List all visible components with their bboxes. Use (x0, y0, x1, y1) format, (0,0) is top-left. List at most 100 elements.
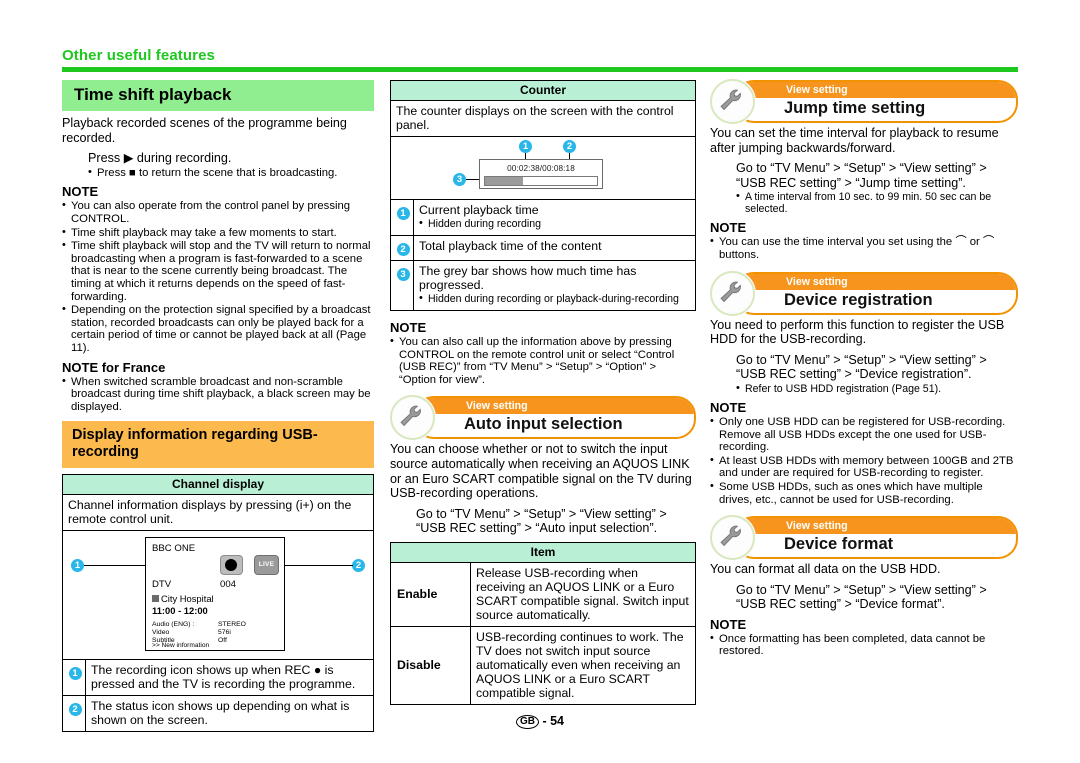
banner-label: View setting (466, 400, 528, 413)
running-head-rule (62, 67, 1018, 72)
time-shift-step-bullets: Press ■ to return the scene that is broa… (88, 166, 374, 180)
row-text-3: The grey bar shows how much time has pro… (419, 264, 637, 292)
table-header-row: Counter (390, 80, 696, 101)
tv-screen-mock: BBC ONE LIVE DTV 004 City Hospital 11:00… (145, 537, 285, 652)
banner-title: Device format (784, 535, 894, 554)
auto-input-body: You can choose whether or not to switch … (390, 442, 692, 501)
note-heading: NOTE (390, 320, 427, 335)
page-footer: GB - 54 (0, 714, 1080, 729)
banner-body: View setting Device format (734, 516, 1018, 560)
banner-title: Auto input selection (464, 415, 623, 434)
column-middle: Counter The counter displays on the scre… (390, 80, 696, 705)
row-callout-2: 2 (390, 235, 414, 261)
item-text-disable: USB-recording continues to work. The TV … (470, 625, 696, 705)
format-notes: Once formatting has been completed, data… (710, 632, 1018, 658)
row-text-2: Total playback time of the content (413, 235, 696, 261)
banner-label: View setting (786, 84, 848, 96)
registration-body: You need to perform this function to reg… (710, 317, 1005, 347)
tv-programme-time: 11:00 - 12:00 (152, 605, 208, 617)
list-item: At least USB HDDs with memory between 10… (710, 454, 1018, 480)
banner-top-strip (736, 518, 1016, 535)
item-label-disable: Disable (390, 625, 471, 705)
banner-auto-input-selection: View setting Auto input selection (390, 395, 696, 441)
auto-input-path: Go to “TV Menu” > “Setup” > “View settin… (416, 506, 667, 536)
callout-2-leader (275, 565, 353, 567)
wrench-icon (710, 515, 755, 561)
note-heading: NOTE (62, 184, 99, 200)
tv-programme-title: City Hospital (161, 593, 214, 605)
table-row: 3 The grey bar shows how much time has p… (390, 260, 696, 311)
list-item: When switched scramble broadcast and non… (62, 375, 374, 414)
tv-more-info: >> New information (152, 642, 210, 650)
footer-separator: - (542, 714, 547, 728)
counter-figure-cell: 1 2 3 00:02:38/00:08:18 (390, 136, 696, 200)
time-shift-step: Press ▶ during recording. (88, 151, 232, 166)
row-text-1: Current playback time (419, 203, 539, 217)
counter-figure: 1 2 3 00:02:38/00:08:18 (391, 137, 695, 199)
note-france-heading: NOTE for France (62, 359, 166, 375)
banner-body: View setting Device registration (734, 271, 1018, 315)
list-item: Depending on the protection signal speci… (62, 303, 374, 354)
list-item: Refer to USB HDD registration (Page 51). (736, 382, 1018, 395)
list-item: A time interval from 10 sec. to 99 min. … (736, 190, 1018, 215)
callout-2: 2 (352, 559, 365, 573)
jump-body: You can set the time interval for playba… (710, 126, 999, 155)
list-item: Press ■ to return the scene that is broa… (88, 166, 374, 180)
counter-time-display: 00:02:38/00:08:18 (507, 164, 575, 173)
page-number: 54 (550, 714, 565, 728)
counter-header: Counter (390, 80, 696, 101)
list-item: Hidden during recording or playback-duri… (419, 292, 690, 305)
progress-fill (485, 177, 523, 185)
table-row: Disable USB-recording continues to work.… (390, 625, 696, 705)
format-path: Go to “TV Menu” > “Setup” > “View settin… (736, 582, 987, 612)
registration-path: Go to “TV Menu” > “Setup” > “View settin… (736, 352, 987, 382)
banner-title: Device registration (784, 290, 933, 309)
progress-track (484, 176, 598, 186)
banner-body: View setting Auto input selection (414, 396, 696, 440)
channel-display-header: Channel display (62, 474, 374, 496)
row-callout-1: 1 (390, 199, 414, 236)
channel-display-table: Channel display Channel information disp… (62, 474, 374, 733)
row-cell: Current playback time Hidden during reco… (413, 199, 696, 236)
row-callout-1: 1 (62, 659, 86, 697)
tv-channel-name: BBC ONE (152, 543, 196, 555)
column-left: Time shift playback Playback recorded sc… (62, 80, 374, 733)
section-title-time-shift: Time shift playback (62, 80, 374, 111)
banner-label: View setting (786, 275, 848, 288)
callout-3: 3 (453, 173, 466, 186)
manual-page: Other useful features Time shift playbac… (0, 0, 1080, 763)
region-mark: GB (515, 715, 539, 729)
counter-osd-mock: 00:02:38/00:08:18 (479, 159, 603, 189)
callout-2: 2 (563, 140, 576, 153)
table-row: 1 The recording icon shows up when REC ●… (62, 659, 374, 697)
banner-label: View setting (786, 520, 848, 533)
table-row: 2 Total playback time of the content (390, 235, 696, 261)
list-item: You can also operate from the control pa… (62, 199, 374, 225)
tv-source: DTV (152, 579, 172, 591)
table-row: 1 2 BBC ONE LIVE DTV 004 City Hospital 1… (62, 530, 374, 661)
rec-dot-icon (220, 555, 243, 576)
item-table: Item Enable Release USB-recording when r… (390, 541, 696, 705)
list-item: Some USB HDDs, such as ones which have m… (710, 480, 1018, 506)
note-heading: NOTE (710, 616, 747, 632)
row-3-bullets: Hidden during recording or playback-duri… (419, 292, 690, 305)
item-text-enable: Release USB-recording when receiving an … (470, 561, 696, 627)
list-item: Hidden during recording (419, 217, 690, 230)
banner-device-registration: View setting Device registration (710, 270, 1018, 316)
list-item: Once formatting has been completed, data… (710, 632, 1018, 658)
list-item: You can use the time interval you set us… (710, 235, 1018, 261)
format-body: You can format all data on the USB HDD. (710, 562, 941, 577)
row-text-1: The recording icon shows up when REC ● i… (85, 659, 374, 697)
registration-path-bullets: Refer to USB HDD registration (Page 51). (736, 382, 1018, 395)
channel-display-intro: Channel information displays by pressing… (62, 494, 374, 532)
row-callout-3: 3 (390, 260, 414, 311)
lock-square-icon (152, 595, 159, 603)
running-head: Other useful features (62, 48, 1018, 72)
counter-intro: The counter displays on the screen with … (390, 100, 696, 137)
note-france-list: When switched scramble broadcast and non… (62, 375, 374, 414)
list-item: Only one USB HDD can be registered for U… (710, 415, 1018, 454)
tv-osd-figure: 1 2 BBC ONE LIVE DTV 004 City Hospital 1… (63, 531, 373, 659)
jump-path-bullets: A time interval from 10 sec. to 99 min. … (736, 190, 1018, 215)
counter-table: Counter The counter displays on the scre… (390, 80, 696, 311)
banner-top-strip (736, 82, 1016, 98)
